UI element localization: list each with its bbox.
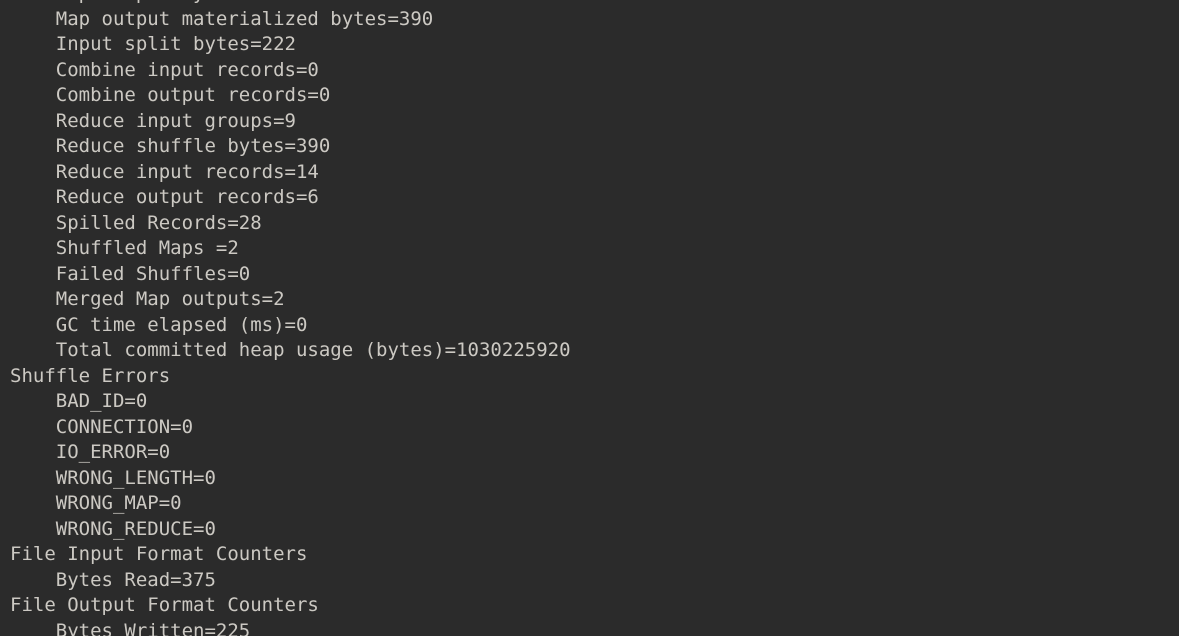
counter-line: CONNECTION=0 — [10, 415, 194, 438]
counter-line: Reduce input records=14 — [10, 160, 319, 183]
counter-line: Merged Map outputs=2 — [10, 288, 285, 310]
counter-line: Input split bytes=222 — [10, 33, 296, 55]
counter-line: Shuffled Maps =2 — [10, 237, 239, 259]
terminal-output-text: Map output bytes=386 Map output material… — [0, 0, 571, 636]
counter-line: WRONG_REDUCE=0 — [10, 517, 216, 540]
counter-group-header: Shuffle Errors — [10, 364, 171, 387]
counter-line: IO_ERROR=0 — [10, 441, 171, 463]
counter-line: BAD_ID=0 — [10, 390, 148, 412]
terminal-window[interactable]: Map output bytes=386 Map output material… — [0, 0, 1179, 636]
counter-line: Spilled Records=28 — [10, 211, 262, 234]
counter-line: WRONG_MAP=0 — [10, 492, 182, 514]
counter-line: Failed Shuffles=0 — [10, 262, 251, 285]
counter-line: Total committed heap usage (bytes)=10302… — [10, 339, 571, 361]
counter-line: Combine input records=0 — [10, 58, 319, 81]
counter-line: Reduce shuffle bytes=390 — [10, 135, 331, 157]
counter-line: GC time elapsed (ms)=0 — [10, 313, 308, 336]
counter-line: Bytes Read=375 — [10, 568, 216, 591]
counter-line: Map output materialized bytes=390 — [10, 7, 434, 30]
counter-line: Bytes Written=225 — [10, 619, 251, 636]
counter-line: Reduce output records=6 — [10, 186, 319, 208]
counter-group-header: File Input Format Counters — [10, 543, 308, 565]
counter-line: Reduce input groups=9 — [10, 109, 296, 132]
counter-line: WRONG_LENGTH=0 — [10, 466, 216, 489]
counter-line: Combine output records=0 — [10, 84, 331, 106]
counter-group-header: File Output Format Counters — [10, 594, 319, 616]
